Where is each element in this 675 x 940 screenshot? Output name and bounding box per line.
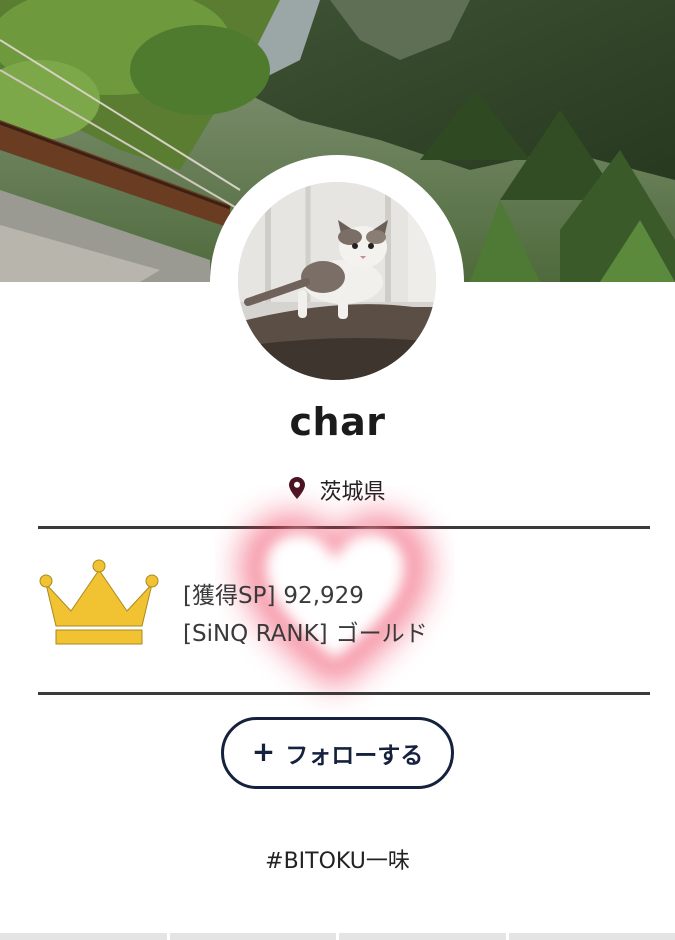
tab-4[interactable] xyxy=(508,933,675,940)
tab-2[interactable] xyxy=(169,933,336,940)
avatar[interactable] xyxy=(238,182,436,380)
rank-value: ゴールド xyxy=(335,621,428,647)
map-pin-icon xyxy=(289,477,306,503)
hashtag[interactable]: #BITOKU一味 xyxy=(0,843,675,875)
plus-icon: + xyxy=(251,734,276,768)
location-text: 茨城県 xyxy=(319,480,386,505)
rank-label: [SiNQ RANK] xyxy=(183,621,328,647)
follow-button[interactable]: + フォローする xyxy=(221,717,454,789)
divider-bottom xyxy=(38,692,650,695)
tab-3[interactable] xyxy=(339,933,506,940)
profile-page: char 茨城県 [獲得SP] 92,929 [SiNQ RANK] ゴールド … xyxy=(0,0,675,940)
location: 茨城県 xyxy=(0,474,675,506)
user-name: char xyxy=(289,400,386,444)
sp-row: [獲得SP] 92,929 xyxy=(183,577,428,615)
crown-icon xyxy=(36,556,162,652)
follow-label: フォローする xyxy=(285,743,424,769)
tab-1[interactable] xyxy=(0,933,167,940)
sp-value: 92,929 xyxy=(283,583,364,609)
divider-top xyxy=(38,526,650,529)
sp-label: [獲得SP] xyxy=(183,583,276,609)
tab-bar xyxy=(0,933,675,940)
rank-row: [SiNQ RANK] ゴールド xyxy=(183,615,428,653)
rank-info: [獲得SP] 92,929 [SiNQ RANK] ゴールド xyxy=(183,577,428,653)
